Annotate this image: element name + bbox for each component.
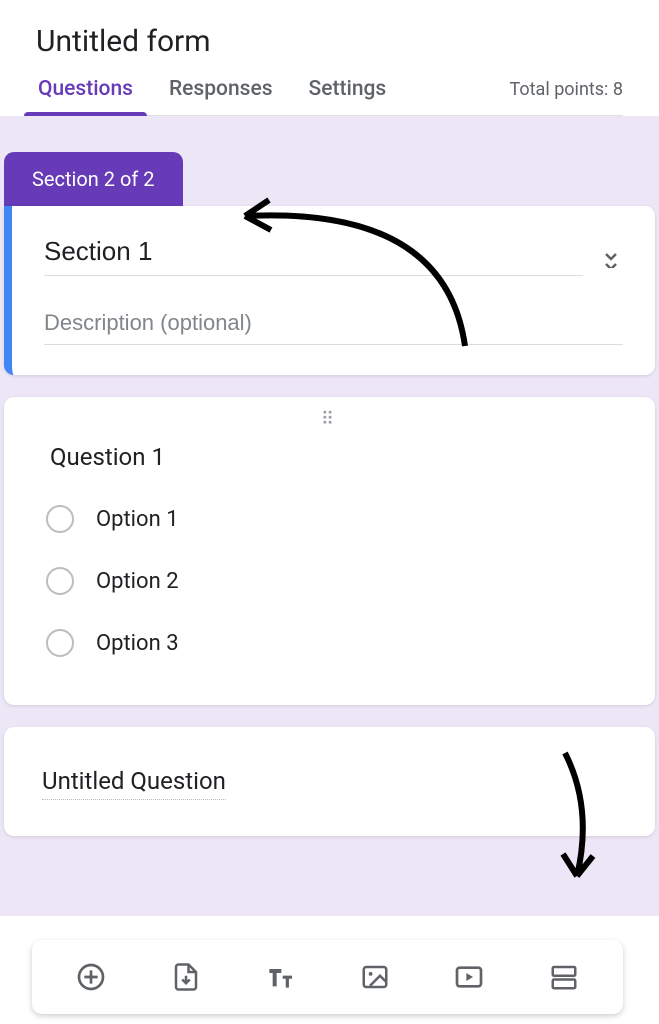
section-chip: Section 2 of 2 [4, 152, 183, 206]
question-title[interactable]: Question 1 [50, 443, 617, 471]
section-description-input[interactable] [44, 304, 623, 345]
option-label[interactable]: Option 1 [96, 507, 179, 532]
tab-responses[interactable]: Responses [169, 77, 273, 115]
section-header-card[interactable] [4, 206, 655, 375]
option-row[interactable]: Option 2 [42, 567, 617, 595]
add-question-icon[interactable] [74, 960, 108, 994]
question-card-1[interactable]: ⠿ Question 1 Option 1 Option 2 Option 3 [4, 397, 655, 705]
radio-icon [46, 567, 74, 595]
total-points: Total points: 8 [510, 79, 623, 114]
section-title-input[interactable] [44, 232, 583, 276]
option-label[interactable]: Option 2 [96, 569, 179, 594]
tab-settings[interactable]: Settings [309, 77, 387, 115]
add-image-icon[interactable] [358, 960, 392, 994]
question-card-2[interactable]: Untitled Question [4, 727, 655, 836]
add-video-icon[interactable] [452, 960, 486, 994]
option-row[interactable]: Option 1 [42, 505, 617, 533]
radio-icon [46, 505, 74, 533]
drag-handle-icon[interactable]: ⠿ [42, 415, 617, 435]
form-title[interactable]: Untitled form [36, 24, 623, 59]
canvas: Section 2 of 2 ⠿ Question 1 Option 1 Opt… [0, 116, 659, 916]
tab-questions[interactable]: Questions [38, 77, 133, 115]
option-row[interactable]: Option 3 [42, 629, 617, 657]
radio-icon [46, 629, 74, 657]
collapse-icon[interactable] [599, 238, 623, 270]
option-label[interactable]: Option 3 [96, 631, 179, 656]
toolbar [32, 940, 623, 1014]
import-questions-icon[interactable] [169, 960, 203, 994]
add-title-icon[interactable] [263, 960, 297, 994]
question-title[interactable]: Untitled Question [42, 767, 226, 800]
add-section-icon[interactable] [547, 960, 581, 994]
tabs: Questions Responses Settings Total point… [36, 77, 623, 116]
